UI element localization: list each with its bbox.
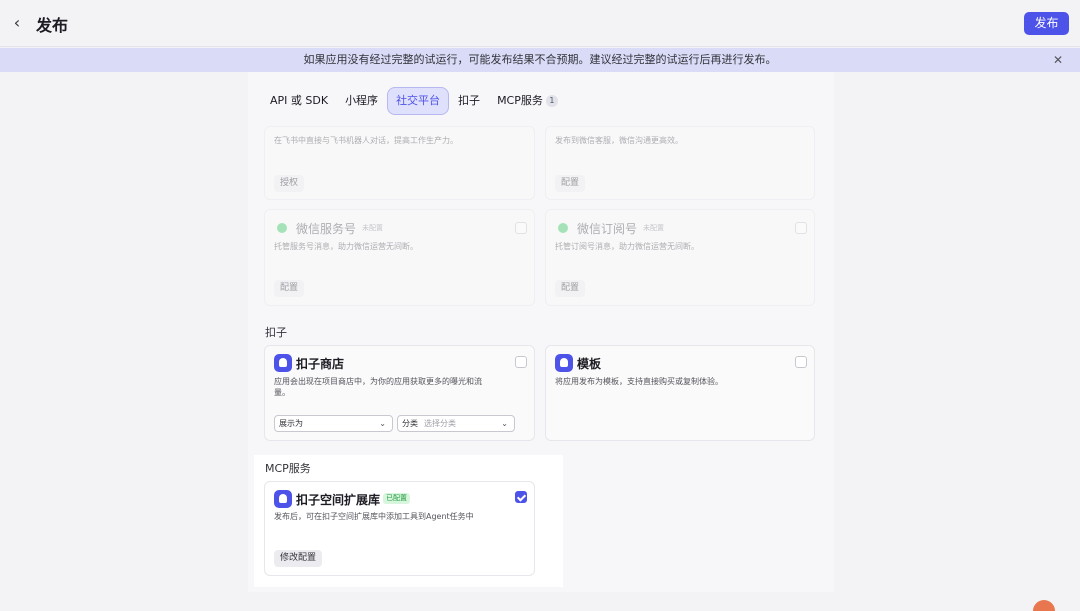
wechat-service-card[interactable]: 微信服务号 未配置 托管服务号消息，助力微信运营无间断。 配置 bbox=[264, 209, 535, 306]
wechat-service-config-button[interactable]: 配置 bbox=[274, 280, 305, 297]
mcp-status-badge: 已配置 bbox=[383, 493, 410, 504]
template-desc: 将应用发布为模板，支持直接购买或复制体验。 bbox=[555, 377, 723, 386]
chevron-down-icon: ⌄ bbox=[379, 419, 386, 428]
wechat-service-checkbox[interactable] bbox=[515, 222, 527, 234]
mcp-section-label: MCP服务 bbox=[265, 462, 311, 475]
tab-api-sdk[interactable]: API 或 SDK bbox=[262, 87, 336, 115]
wechat-icon bbox=[558, 223, 568, 233]
wechat-kf-card[interactable]: 发布到微信客服，微信沟通更高效。 配置 bbox=[545, 126, 815, 200]
notice-text: 如果应用没有经过完整的试运行，可能发布结果不合预期。建议经过完整的试运行后再进行… bbox=[303, 53, 777, 66]
category-select[interactable]: 分类 选择分类 ⌄ bbox=[397, 415, 515, 432]
mcp-extension-title: 扣子空间扩展库 bbox=[296, 493, 381, 507]
assistant-avatar[interactable] bbox=[1033, 600, 1055, 611]
tab-kouzi[interactable]: 扣子 bbox=[450, 87, 488, 115]
kouzi-store-desc-2: 量。 bbox=[274, 388, 290, 397]
kouzi-logo-icon bbox=[555, 354, 573, 372]
wechat-service-status: 未配置 bbox=[362, 224, 383, 232]
mcp-extension-desc: 发布后，可在扣子空间扩展库中添加工具到Agent任务中 bbox=[274, 512, 474, 521]
display-as-label: 展示为 bbox=[279, 419, 303, 428]
tab-mcp[interactable]: MCP服务 1 bbox=[489, 87, 566, 115]
wechat-kf-config-button[interactable]: 配置 bbox=[555, 175, 586, 192]
display-as-select[interactable]: 展示为 ⌄ bbox=[274, 415, 393, 432]
tab-social[interactable]: 社交平台 bbox=[387, 87, 450, 115]
tab-mcp-label: MCP服务 bbox=[497, 94, 543, 107]
wechat-sub-desc: 托管订阅号消息，助力微信运营无间断。 bbox=[555, 242, 699, 251]
kouzi-section-label: 扣子 bbox=[265, 326, 287, 339]
feishu-desc: 在飞书中直接与飞书机器人对话，提高工作生产力。 bbox=[274, 136, 458, 145]
kouzi-logo-icon bbox=[274, 354, 292, 372]
kouzi-store-checkbox[interactable] bbox=[515, 356, 527, 368]
wechat-sub-checkbox[interactable] bbox=[795, 222, 807, 234]
wechat-icon bbox=[277, 223, 287, 233]
wechat-kf-desc: 发布到微信客服，微信沟通更高效。 bbox=[555, 136, 683, 145]
chevron-down-icon: ⌄ bbox=[501, 419, 508, 428]
template-card[interactable]: 模板 将应用发布为模板，支持直接购买或复制体验。 bbox=[545, 345, 815, 441]
mcp-extension-checkbox[interactable] bbox=[515, 491, 527, 503]
wechat-service-title: 微信服务号 bbox=[296, 222, 357, 236]
wechat-sub-status: 未配置 bbox=[643, 224, 664, 232]
notice-banner: 如果应用没有经过完整的试运行，可能发布结果不合预期。建议经过完整的试运行后再进行… bbox=[0, 48, 1080, 72]
wechat-sub-config-button[interactable]: 配置 bbox=[555, 280, 586, 297]
template-title: 模板 bbox=[577, 357, 602, 371]
category-label: 分类 bbox=[402, 419, 418, 428]
platform-tabs: API 或 SDK 小程序 社交平台 扣子 MCP服务 1 bbox=[262, 86, 567, 116]
page-title: 发布 bbox=[36, 16, 69, 35]
template-checkbox[interactable] bbox=[795, 356, 807, 368]
kouzi-store-title: 扣子商店 bbox=[296, 357, 345, 371]
tab-mcp-badge: 1 bbox=[545, 95, 558, 107]
feishu-card[interactable]: 在飞书中直接与飞书机器人对话，提高工作生产力。 授权 bbox=[264, 126, 535, 200]
modify-config-button[interactable]: 修改配置 bbox=[274, 550, 323, 567]
close-icon[interactable]: ✕ bbox=[1053, 48, 1063, 72]
kouzi-store-desc-1: 应用会出现在项目商店中，为你的应用获取更多的曝光和流 bbox=[274, 377, 482, 386]
tab-mini-program[interactable]: 小程序 bbox=[337, 87, 386, 115]
back-icon[interactable]: ‹ bbox=[10, 13, 24, 33]
kouzi-logo-icon bbox=[274, 490, 292, 508]
wechat-sub-card[interactable]: 微信订阅号 未配置 托管订阅号消息，助力微信运营无间断。 配置 bbox=[545, 209, 815, 306]
mcp-extension-card[interactable]: 扣子空间扩展库 已配置 发布后，可在扣子空间扩展库中添加工具到Agent任务中 … bbox=[264, 481, 535, 576]
kouzi-store-card[interactable]: 扣子商店 应用会出现在项目商店中，为你的应用获取更多的曝光和流 量。 展示为 ⌄… bbox=[264, 345, 535, 441]
top-bar: ‹ 发布 发布 bbox=[0, 0, 1080, 47]
wechat-service-desc: 托管服务号消息，助力微信运营无间断。 bbox=[274, 242, 418, 251]
publish-button[interactable]: 发布 bbox=[1024, 12, 1069, 35]
feishu-authorize-button[interactable]: 授权 bbox=[274, 175, 305, 192]
category-placeholder: 选择分类 bbox=[424, 419, 456, 428]
wechat-sub-title: 微信订阅号 bbox=[577, 222, 638, 236]
